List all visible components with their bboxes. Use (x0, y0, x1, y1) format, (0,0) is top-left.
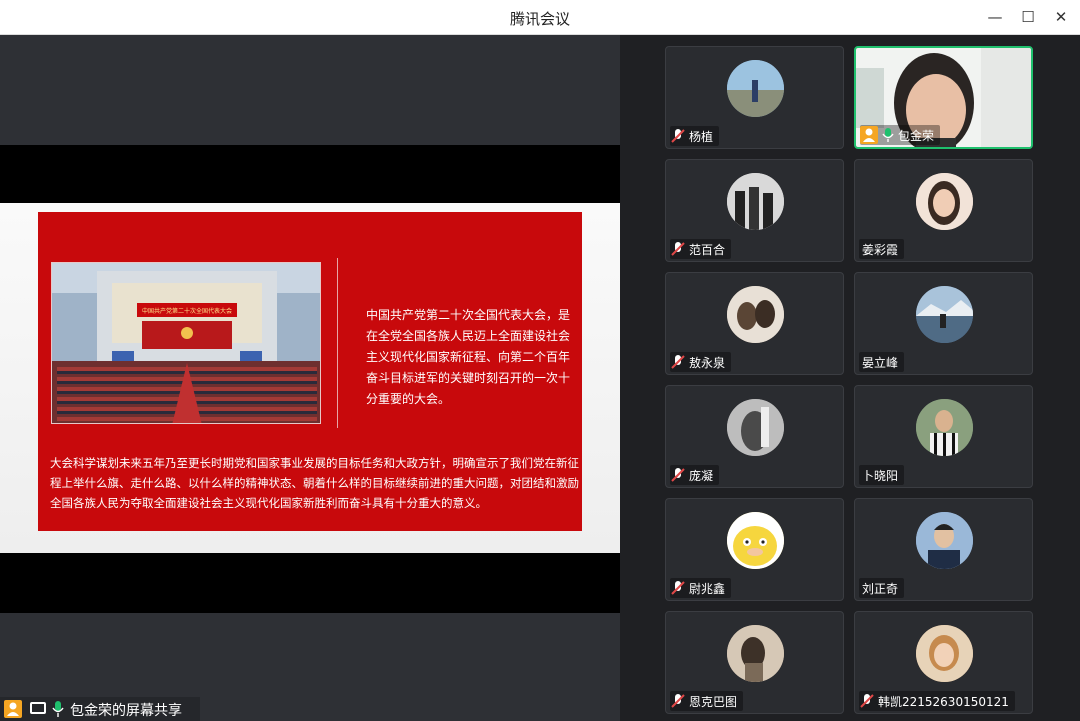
avatar (916, 512, 973, 569)
avatar (727, 625, 784, 682)
participant-tile[interactable]: 姜彩霞 (854, 159, 1033, 262)
participant-name: 晏立峰 (862, 355, 899, 370)
participant-tile[interactable]: 杨植 (665, 46, 844, 149)
maximize-button[interactable]: ☐ (1017, 6, 1039, 28)
host-icon (4, 700, 22, 718)
participant-tile-speaking[interactable]: 包金荣 (854, 46, 1033, 149)
slide-divider (337, 258, 338, 428)
close-button[interactable]: ✕ (1050, 6, 1072, 28)
mic-muted-icon (671, 355, 685, 369)
participant-name: 敖永泉 (689, 355, 726, 370)
minimize-button[interactable]: — (984, 6, 1006, 28)
participant-name: 尉兆鑫 (689, 581, 726, 596)
congress-photo: 中国共产党第二十次全国代表大会 (51, 262, 321, 424)
avatar (727, 286, 784, 343)
participant-label: 包金荣 (860, 125, 941, 145)
participant-label: 刘正奇 (859, 578, 905, 598)
mic-muted-icon (671, 242, 685, 256)
participant-tile[interactable]: 尉兆鑫 (665, 498, 844, 601)
letterbox-bottom (0, 553, 620, 613)
participant-tile[interactable]: 范百合 (665, 159, 844, 262)
participant-label: 尉兆鑫 (670, 578, 732, 598)
participant-name: 包金荣 (898, 128, 935, 143)
participant-tile[interactable]: 刘正奇 (854, 498, 1033, 601)
mic-muted-icon (671, 129, 685, 143)
letterbox-top (0, 145, 620, 203)
participant-label: 姜彩霞 (859, 239, 905, 259)
participant-label: 范百合 (670, 239, 732, 259)
participant-tile[interactable]: 恩克巴图 (665, 611, 844, 714)
participant-name: 庞凝 (689, 468, 714, 483)
avatar (916, 625, 973, 682)
participant-label: 恩克巴图 (670, 691, 744, 711)
mic-muted-icon (860, 694, 874, 708)
avatar (916, 286, 973, 343)
participant-name: 卜晓阳 (862, 468, 899, 483)
banner-text: 中国共产党第二十次全国代表大会 (142, 307, 232, 315)
mic-muted-icon (671, 468, 685, 482)
participant-label: 庞凝 (670, 465, 720, 485)
participant-name: 杨植 (689, 129, 714, 144)
participant-tile[interactable]: 晏立峰 (854, 272, 1033, 375)
host-badge-icon (860, 126, 878, 144)
participant-tile[interactable]: 韩凯22152630150121 (854, 611, 1033, 714)
slide-right-text: 中国共产党第二十次全国代表大会，是在全党全国各族人民迈上全面建设社会主义现代化国… (366, 308, 571, 406)
participant-name: 恩克巴图 (689, 694, 738, 709)
participant-tile[interactable]: 敖永泉 (665, 272, 844, 375)
avatar (916, 173, 973, 230)
screen-share-icon (30, 702, 46, 714)
title-bar: 腾讯会议 — ☐ ✕ (0, 0, 1080, 35)
participant-label: 韩凯22152630150121 (859, 691, 1015, 711)
avatar (727, 512, 784, 569)
avatar (727, 399, 784, 456)
participant-label: 敖永泉 (670, 352, 732, 372)
share-label: 包金荣的屏幕共享 (70, 703, 182, 719)
participant-name: 范百合 (689, 242, 726, 257)
participant-tile[interactable]: 卜晓阳 (854, 385, 1033, 488)
slide-bottom-text: 大会科学谋划未来五年乃至更长时期党和国家事业发展的目标任务和大政方针，明确宣示了… (50, 456, 579, 510)
participant-name: 韩凯22152630150121 (878, 694, 1009, 709)
avatar (916, 399, 973, 456)
mic-muted-icon (671, 694, 685, 708)
mic-on-icon (52, 700, 64, 718)
participant-label: 晏立峰 (859, 352, 905, 372)
participant-label: 卜晓阳 (859, 465, 905, 485)
participant-name: 姜彩霞 (862, 242, 899, 257)
avatar (727, 173, 784, 230)
participant-tile[interactable]: 庞凝 (665, 385, 844, 488)
mic-on-icon (882, 128, 894, 142)
window-title: 腾讯会议 (509, 10, 570, 28)
participant-label: 杨植 (670, 126, 720, 146)
mic-muted-icon (671, 581, 685, 595)
screen-share-indicator[interactable]: 包金荣的屏幕共享 (0, 697, 200, 721)
avatar (727, 60, 784, 117)
participant-name: 刘正奇 (862, 581, 899, 596)
